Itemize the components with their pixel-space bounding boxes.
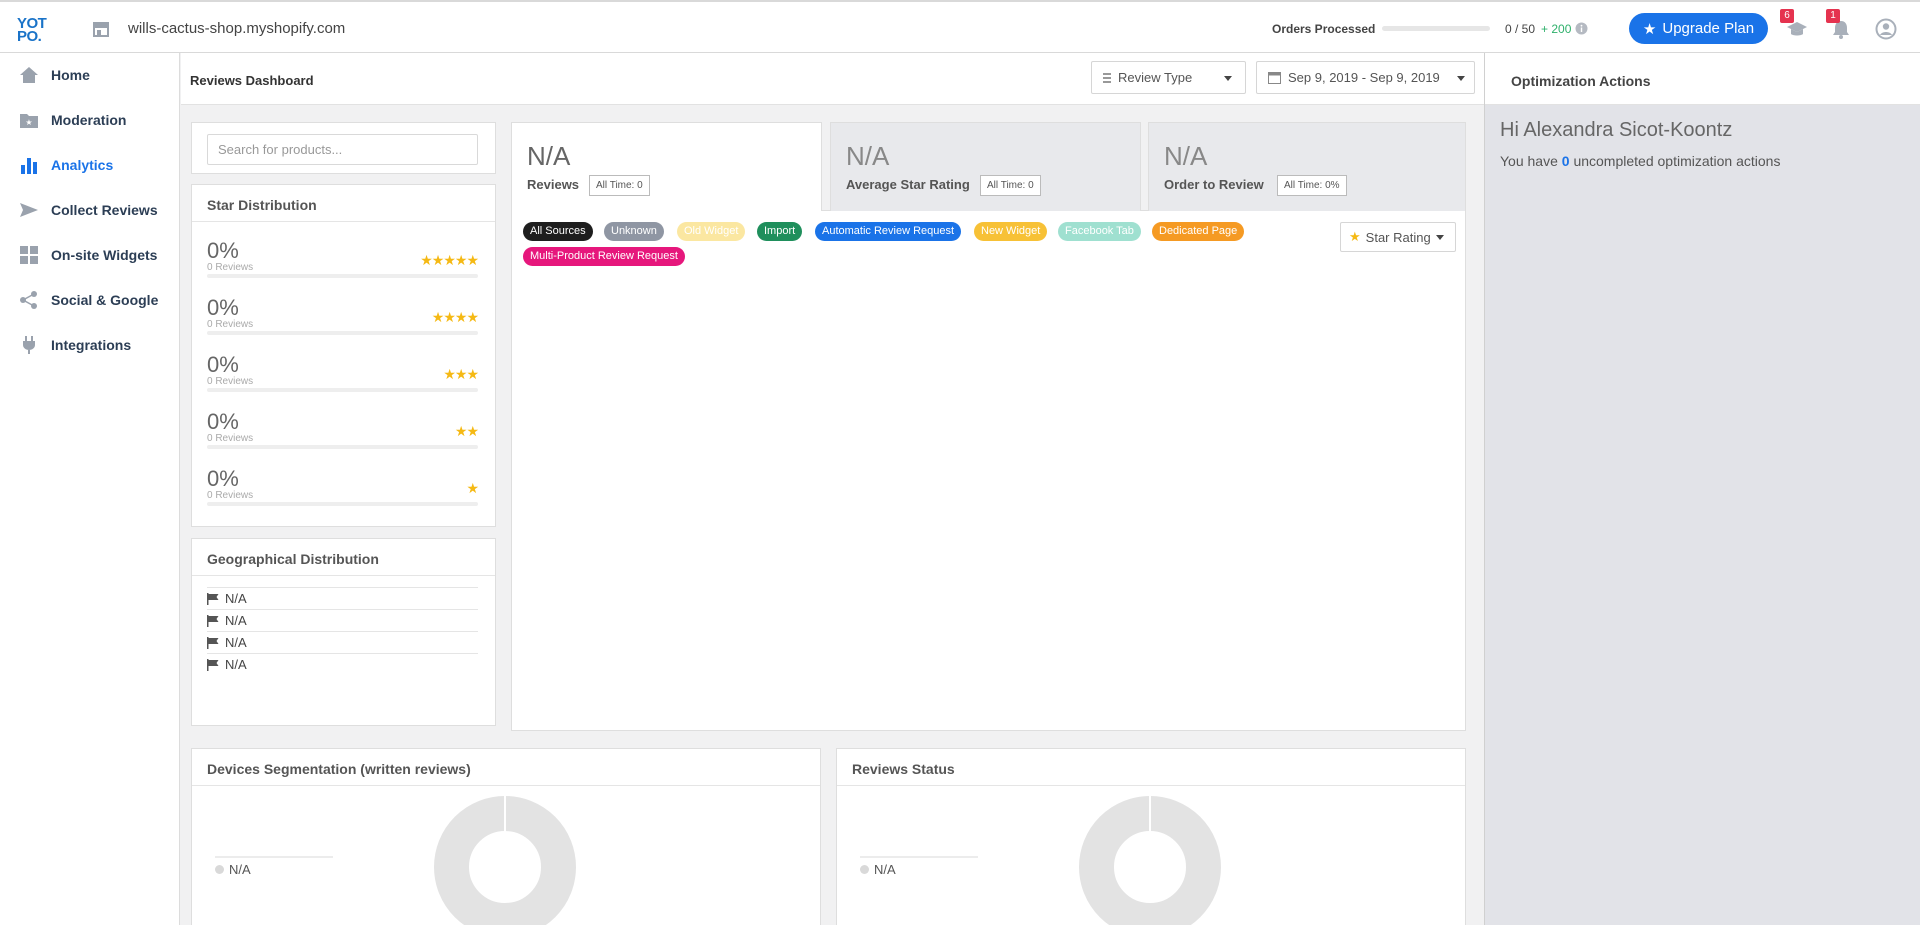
- geo-row: N/A: [207, 587, 478, 609]
- yotpo-logo[interactable]: YOT PO.: [17, 16, 51, 44]
- devices-segmentation-panel: Devices Segmentation (written reviews) N…: [191, 748, 821, 925]
- geo-row: N/A: [207, 631, 478, 653]
- flag-icon: [207, 614, 219, 627]
- top-bar: YOT PO. wills-cactus-shop.myshopify.com …: [0, 0, 1920, 53]
- date-range-picker[interactable]: Sep 9, 2019 - Sep 9, 2019: [1256, 61, 1475, 94]
- geo-row: N/A: [207, 653, 478, 675]
- widgets-grid-icon: [20, 246, 38, 264]
- star-row-3: 0% 0 Reviews ★★★: [207, 352, 479, 400]
- greeting: Hi Alexandra Sicot-Koontz: [1500, 119, 1733, 141]
- orders-progress-bar: [1382, 26, 1490, 31]
- learning-badge: 6: [1780, 9, 1794, 23]
- star-icon: ★★★★★: [420, 252, 479, 268]
- list-icon: [1103, 73, 1111, 83]
- flag-icon: [207, 592, 219, 605]
- star-icon: ★★★: [443, 366, 479, 382]
- product-search-panel: [191, 122, 496, 174]
- all-time-chip: All Time: 0: [589, 175, 650, 196]
- star-icon: ★: [466, 480, 479, 496]
- star-distribution-panel: Star Distribution 0% 0 Reviews ★★★★★ 0% …: [191, 184, 496, 527]
- product-search-input[interactable]: [207, 134, 478, 165]
- source-tag-unknown[interactable]: Unknown: [604, 222, 664, 241]
- svg-text:★: ★: [25, 118, 32, 127]
- sidebar-item-integrations[interactable]: Integrations: [0, 327, 180, 363]
- star-distribution-title: Star Distribution: [207, 197, 317, 213]
- star-row-1: 0% 0 Reviews ★: [207, 466, 479, 514]
- source-tag-dedicated-page[interactable]: Dedicated Page: [1152, 222, 1245, 241]
- sidebar: Home ★ Moderation Analytics Collect Revi…: [0, 53, 180, 925]
- sidebar-item-moderation[interactable]: ★ Moderation: [0, 102, 180, 138]
- legend-item: N/A: [860, 862, 896, 877]
- uncompleted-count[interactable]: 0: [1562, 153, 1570, 169]
- geo-row: N/A: [207, 609, 478, 631]
- star-row-4: 0% 0 Reviews ★★★★: [207, 295, 479, 343]
- orders-processed-label: Orders Processed: [1272, 22, 1376, 36]
- star-icon: ★★★★: [431, 309, 479, 325]
- source-tag-old-widget[interactable]: Old Widget: [677, 222, 746, 241]
- source-tag-import[interactable]: Import: [757, 222, 803, 241]
- chevron-down-icon: [1435, 234, 1444, 240]
- source-tag-all-sources[interactable]: All Sources: [523, 222, 593, 241]
- star-icon: ★: [1642, 20, 1657, 38]
- calendar-icon: [1268, 72, 1281, 84]
- reviews-status-panel: Reviews Status N/A: [836, 748, 1466, 925]
- source-tag-multi-product-review-request[interactable]: Multi-Product Review Request: [523, 247, 685, 266]
- geo-distribution-panel: Geographical Distribution N/A N/A N/A N/…: [191, 538, 496, 726]
- chevron-down-icon: [1224, 76, 1232, 81]
- sidebar-item-social-google[interactable]: Social & Google: [0, 282, 180, 318]
- bar-chart-icon: [21, 158, 37, 174]
- orders-count: 0 / 50: [1505, 22, 1536, 36]
- info-icon[interactable]: [1575, 22, 1588, 35]
- folder-star-icon: ★: [20, 114, 38, 128]
- star-rating-dropdown[interactable]: ★ Star Rating: [1340, 222, 1456, 252]
- sidebar-item-home[interactable]: Home: [0, 57, 180, 93]
- star-icon: ★: [1349, 229, 1361, 244]
- upgrade-plan-button[interactable]: ★ Upgrade Plan: [1629, 13, 1768, 44]
- chevron-down-icon: [1457, 76, 1465, 81]
- review-type-dropdown[interactable]: Review Type: [1091, 61, 1246, 94]
- main-header: Reviews Dashboard Review Type Sep 9, 201…: [181, 53, 1485, 105]
- source-tag-new-widget[interactable]: New Widget: [974, 222, 1048, 241]
- source-tag-automatic-review-request[interactable]: Automatic Review Request: [815, 222, 962, 241]
- user-account-icon[interactable]: [1875, 18, 1897, 40]
- paper-plane-icon: [20, 203, 38, 217]
- notifications-badge: 1: [1826, 9, 1840, 23]
- flag-icon: [207, 658, 219, 671]
- home-icon: [20, 67, 38, 83]
- metric-tab-average-star-rating[interactable]: N/A Average Star Rating All Time: 0: [830, 122, 1141, 211]
- geo-distribution-title: Geographical Distribution: [207, 551, 379, 567]
- store-icon: [93, 22, 109, 37]
- store-url[interactable]: wills-cactus-shop.myshopify.com: [128, 20, 345, 37]
- optimization-actions-title: Optimization Actions: [1511, 73, 1651, 89]
- metric-tab-reviews[interactable]: N/A Reviews All Time: 0: [511, 122, 822, 211]
- all-time-chip: All Time: 0%: [1277, 175, 1347, 196]
- optimization-actions-panel: Optimization Actions Hi Alexandra Sicot-…: [1484, 53, 1920, 925]
- flag-icon: [207, 636, 219, 649]
- plug-icon: [23, 336, 35, 354]
- legend-item: N/A: [215, 862, 251, 877]
- sidebar-item-onsite-widgets[interactable]: On-site Widgets: [0, 237, 180, 273]
- source-tag-facebook-tab[interactable]: Facebook Tab: [1058, 222, 1141, 241]
- reviews-chart-panel: [511, 210, 1466, 731]
- star-icon: ★★: [454, 423, 479, 439]
- orders-bonus: + 200: [1541, 22, 1572, 36]
- optimization-message: You have 0 uncompleted optimization acti…: [1500, 153, 1781, 169]
- all-time-chip: All Time: 0: [980, 175, 1041, 196]
- metric-tab-order-to-review[interactable]: N/A Order to Review All Time: 0%: [1148, 122, 1466, 211]
- sidebar-item-analytics[interactable]: Analytics: [0, 147, 180, 183]
- sidebar-item-collect-reviews[interactable]: Collect Reviews: [0, 192, 180, 228]
- share-icon: [20, 291, 37, 309]
- star-row-5: 0% 0 Reviews ★★★★★: [207, 238, 479, 286]
- page-title: Reviews Dashboard: [190, 73, 314, 88]
- star-row-2: 0% 0 Reviews ★★: [207, 409, 479, 457]
